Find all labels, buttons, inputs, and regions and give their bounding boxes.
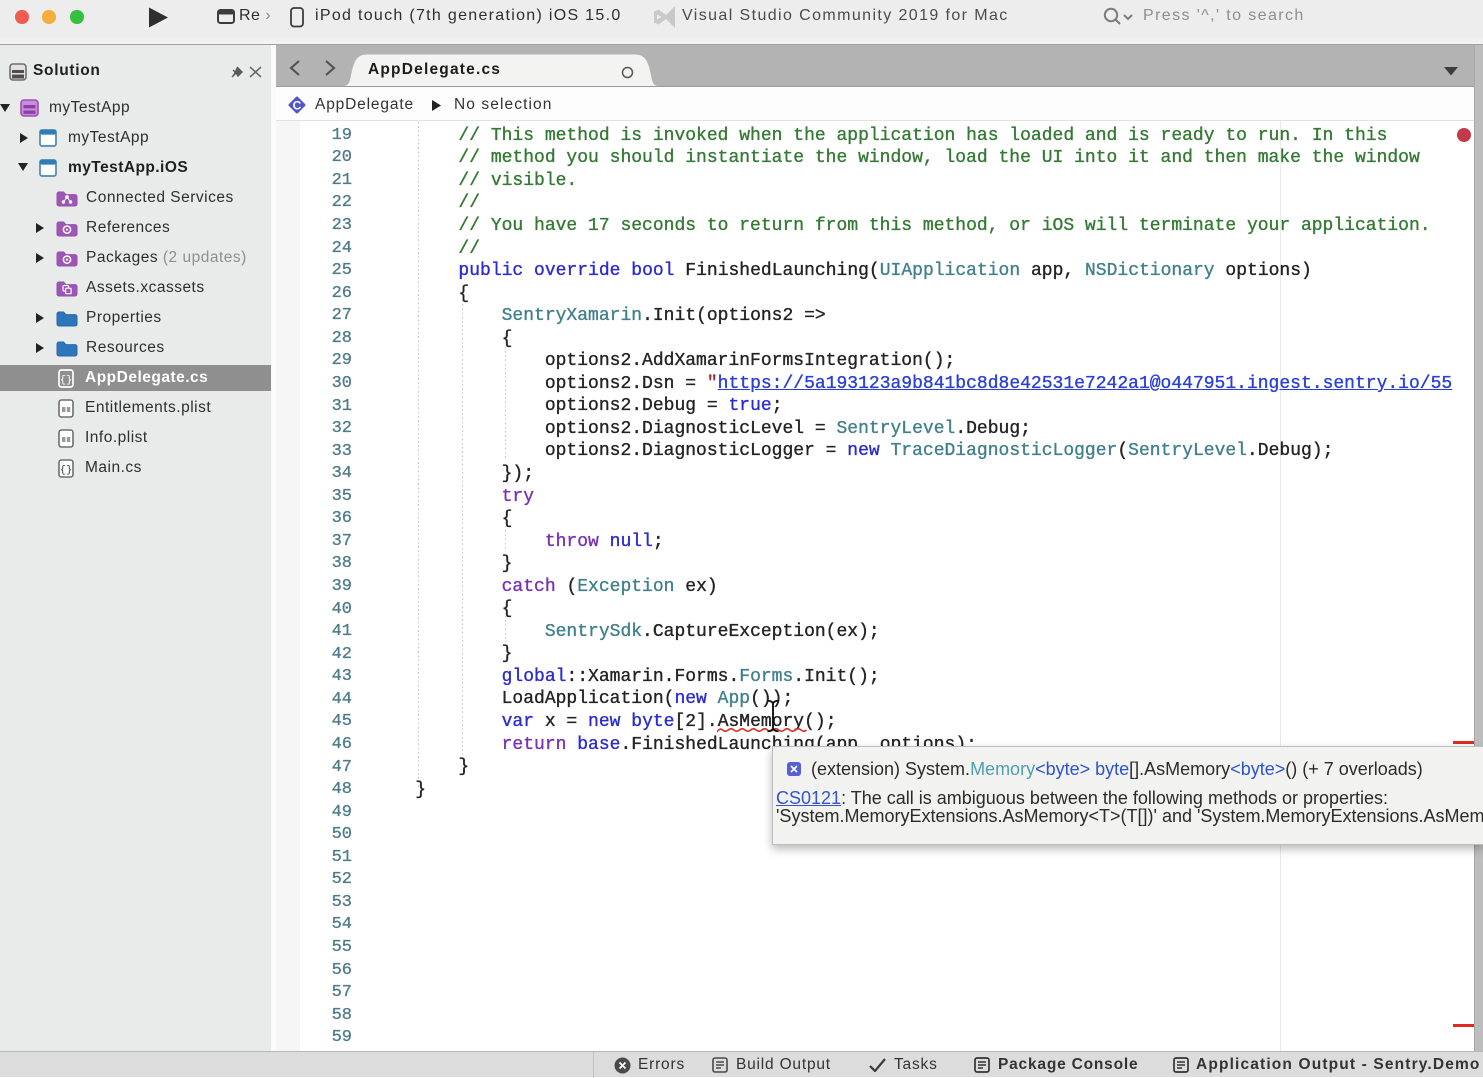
svg-text:C: C (293, 98, 302, 112)
svg-text:{}: {} (60, 375, 73, 387)
svg-text:{}: {} (60, 465, 73, 477)
